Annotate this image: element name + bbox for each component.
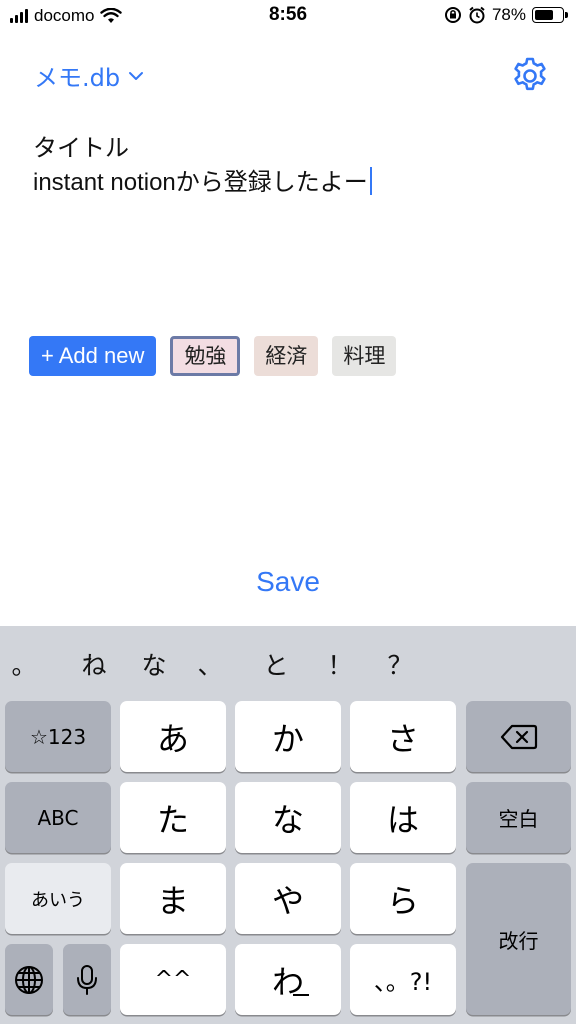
kana-mode-key[interactable]: あいう xyxy=(5,863,111,934)
tag-ryouri[interactable]: 料理 xyxy=(332,336,397,376)
alarm-icon xyxy=(469,6,485,24)
title-line: タイトル xyxy=(33,135,129,162)
orientation-lock-icon xyxy=(444,7,461,23)
gear-icon[interactable] xyxy=(510,56,550,96)
symbols-key[interactable]: ☆123 xyxy=(5,701,111,772)
punctuation-key[interactable]: 、。?! xyxy=(350,944,456,1015)
candidate-item[interactable]: 、 xyxy=(190,646,230,682)
candidate-item[interactable]: 。 xyxy=(4,646,44,682)
app-screen: docomo 8:56 78% メモ.db タイトル instant notio… xyxy=(0,0,576,1024)
delete-key[interactable] xyxy=(466,701,571,772)
kaomoji-key[interactable]: ^^ xyxy=(120,944,226,1015)
candidate-bar: 。 ね な 、 と ！ ？ xyxy=(0,626,576,696)
small-key-indicator xyxy=(293,994,309,996)
microphone-icon xyxy=(77,964,97,995)
key-sa[interactable]: さ xyxy=(350,701,456,772)
space-key[interactable]: 空白 xyxy=(466,782,571,853)
candidate-item[interactable]: ？ xyxy=(380,646,420,682)
body-line: instant notionから登録したよー xyxy=(33,169,368,196)
body-line-wrap: instant notionから登録したよー xyxy=(33,166,543,200)
candidate-item[interactable]: な xyxy=(134,646,174,682)
battery-fill xyxy=(535,10,553,20)
tag-list: + Add new 勉強 経済 料理 xyxy=(29,336,397,376)
abc-key[interactable]: ABC xyxy=(5,782,111,853)
tag-keizai[interactable]: 経済 xyxy=(254,336,319,376)
key-ta[interactable]: た xyxy=(120,782,226,853)
microphone-key[interactable] xyxy=(63,944,111,1015)
memo-editor[interactable]: タイトル instant notionから登録したよー xyxy=(33,132,543,200)
key-ya[interactable]: や xyxy=(235,863,341,934)
status-bar: docomo 8:56 78% xyxy=(0,0,576,34)
key-ha[interactable]: は xyxy=(350,782,456,853)
key-na[interactable]: な xyxy=(235,782,341,853)
add-new-tag-button[interactable]: + Add new xyxy=(29,336,157,376)
text-caret xyxy=(369,167,372,195)
tag-benkyo[interactable]: 勉強 xyxy=(170,336,241,376)
status-right: 78% xyxy=(444,5,568,25)
key-wa[interactable]: わ xyxy=(235,944,341,1015)
keyboard: 。 ね な 、 と ！ ？ ☆123 あ か さ ABC た な は 空白 あい… xyxy=(0,626,576,1024)
key-ra[interactable]: ら xyxy=(350,863,456,934)
globe-icon xyxy=(15,965,43,994)
key-a[interactable]: あ xyxy=(120,701,226,772)
key-ka[interactable]: か xyxy=(235,701,341,772)
key-ma[interactable]: ま xyxy=(120,863,226,934)
database-selector[interactable]: メモ.db xyxy=(34,58,144,93)
kaomoji-label: ^^ xyxy=(154,967,192,992)
save-button[interactable]: Save xyxy=(0,566,576,598)
globe-key[interactable] xyxy=(5,944,53,1015)
candidate-item[interactable]: ！ xyxy=(320,646,360,682)
backspace-icon xyxy=(500,724,537,749)
return-key[interactable]: 改行 xyxy=(466,863,571,1015)
candidate-item[interactable]: と xyxy=(256,646,296,682)
chevron-down-icon xyxy=(129,71,144,80)
candidate-item[interactable]: ね xyxy=(74,646,114,682)
database-name: メモ.db xyxy=(34,64,121,92)
battery-percent: 78% xyxy=(491,5,526,24)
battery-icon xyxy=(532,7,568,23)
